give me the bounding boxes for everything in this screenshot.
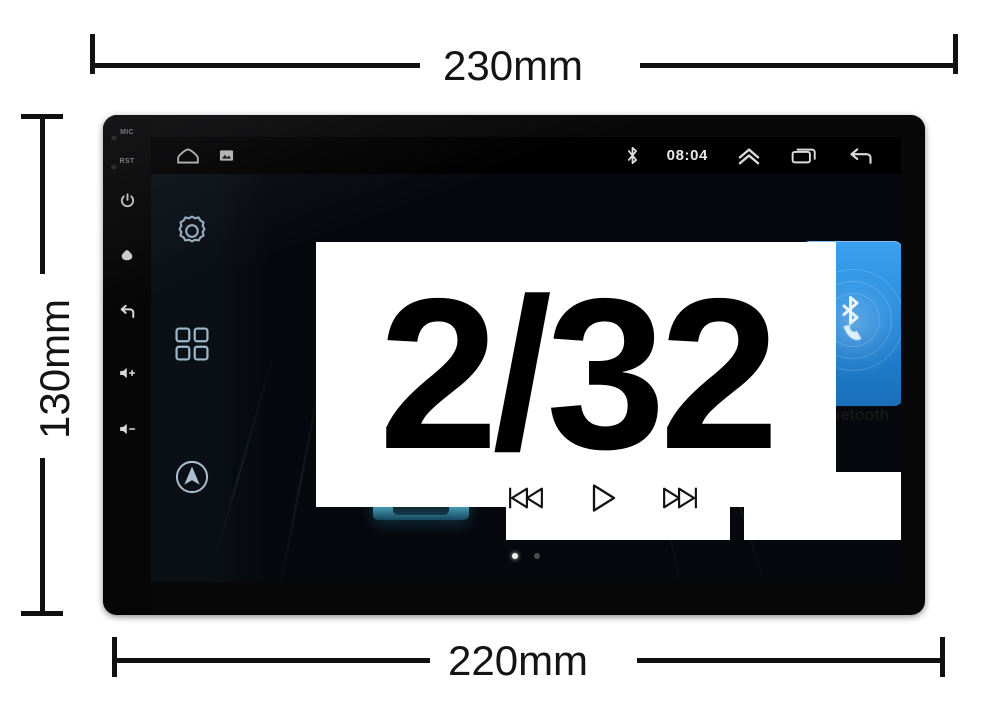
top-dimension-cap-left bbox=[90, 34, 95, 74]
screenshot-icon[interactable] bbox=[219, 148, 234, 163]
left-dimension-label: 130mm bbox=[31, 298, 78, 439]
navigation-compass-icon bbox=[171, 456, 213, 503]
skip-previous-icon[interactable] bbox=[506, 484, 546, 517]
page-dot-active[interactable] bbox=[512, 553, 518, 559]
power-icon bbox=[119, 192, 136, 209]
top-dimension-label: 230mm bbox=[443, 42, 584, 89]
left-dimension-line-bottom bbox=[40, 458, 45, 615]
top-dimension-cap-right bbox=[953, 34, 958, 74]
hw-button-mic[interactable]: MIC bbox=[103, 129, 151, 136]
bottom-dimension-cap-right bbox=[940, 637, 945, 677]
screen-dock bbox=[151, 174, 233, 582]
bluetooth-icon bbox=[626, 146, 639, 165]
skip-next-icon[interactable] bbox=[660, 484, 700, 517]
product-spec-image: 230mm 130mm 220mm MIC RST 08:04 Bluetoot… bbox=[0, 0, 1000, 706]
left-dimension-line-top bbox=[40, 114, 45, 274]
status-bar-right-group: 08:04 bbox=[626, 146, 901, 166]
dock-item-navigation[interactable] bbox=[151, 452, 233, 506]
gear-icon bbox=[171, 210, 213, 257]
status-bar-clock: 08:04 bbox=[666, 147, 708, 164]
hw-button-home[interactable] bbox=[103, 243, 151, 269]
chevron-up-icon[interactable] bbox=[736, 146, 762, 166]
status-bar: 08:04 bbox=[151, 137, 901, 174]
volume-up-icon bbox=[118, 365, 137, 381]
status-bar-left-group bbox=[151, 146, 234, 166]
bottom-dimension-cap-left bbox=[112, 637, 117, 677]
car-head-unit-device: MIC RST 08:04 Bluetooth 2/32 bbox=[103, 115, 925, 615]
hw-button-back[interactable] bbox=[103, 299, 151, 325]
back-icon bbox=[117, 302, 137, 322]
dock-item-apps[interactable] bbox=[151, 319, 233, 373]
back-icon[interactable] bbox=[846, 146, 875, 166]
hw-button-power[interactable] bbox=[103, 187, 151, 213]
touchscreen-display[interactable]: 08:04 Bluetooth 2/32 bbox=[151, 137, 901, 582]
page-dot-inactive[interactable] bbox=[534, 553, 540, 559]
dock-item-settings[interactable] bbox=[151, 206, 233, 260]
hw-button-volume-down[interactable] bbox=[103, 416, 151, 442]
capacity-overlay-plate: 2/32 bbox=[316, 242, 836, 507]
hw-button-volume-up[interactable] bbox=[103, 360, 151, 386]
bottom-dimension-label: 220mm bbox=[448, 637, 589, 684]
home-outline-icon[interactable] bbox=[175, 146, 201, 166]
bottom-dimension-line-left bbox=[112, 658, 430, 663]
play-icon[interactable] bbox=[588, 482, 618, 519]
hw-button-reset[interactable]: RST bbox=[103, 158, 151, 165]
bottom-dimension-line-right bbox=[637, 658, 945, 663]
volume-down-icon bbox=[118, 421, 137, 437]
top-dimension-line-right bbox=[640, 63, 958, 68]
home-icon bbox=[118, 247, 136, 265]
top-dimension-line-left bbox=[90, 63, 420, 68]
media-controls bbox=[506, 482, 700, 519]
apps-grid-icon bbox=[172, 324, 212, 369]
hw-label-mic: MIC bbox=[120, 129, 134, 136]
hw-label-reset: RST bbox=[119, 158, 135, 165]
capacity-overlay-text: 2/32 bbox=[378, 253, 779, 495]
page-indicator-dots bbox=[151, 553, 901, 559]
recents-icon[interactable] bbox=[790, 146, 818, 166]
hardware-button-bezel: MIC RST bbox=[103, 115, 151, 615]
